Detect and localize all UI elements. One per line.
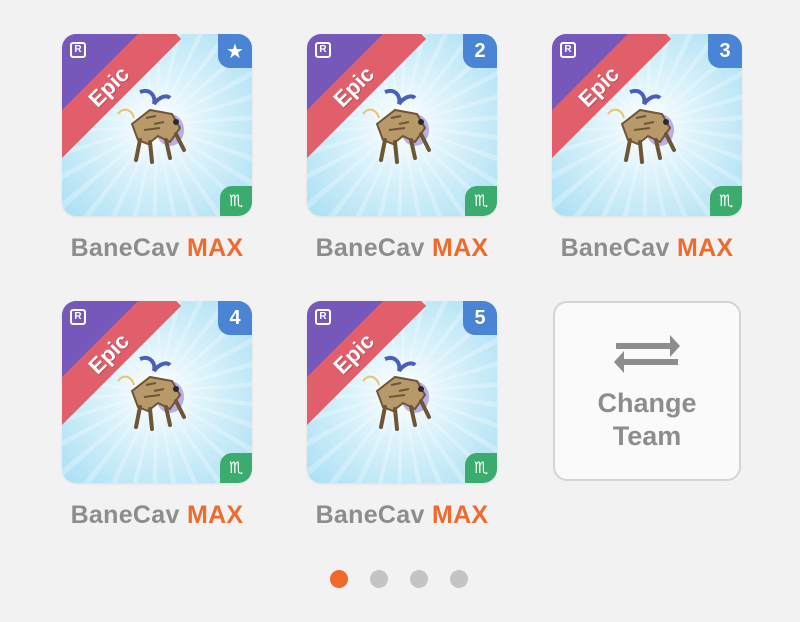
monster-level-text: MAX: [431, 501, 489, 529]
team-position-badge: ★: [218, 34, 252, 68]
monster-card[interactable]: R Epic ★ ♏: [62, 34, 252, 216]
page-dot-3[interactable]: [410, 570, 428, 588]
monster-name: BaneCav MAX: [552, 234, 742, 263]
monster-slot-1[interactable]: R Epic ★ ♏ BaneCav MAX: [62, 34, 252, 263]
monster-slot-4[interactable]: R Epic 4 ♏ BaneCav MAX: [62, 301, 252, 530]
rank-icon: R: [70, 309, 86, 325]
team-position-badge: 2: [463, 34, 497, 68]
zodiac-sign-icon: ♏: [220, 186, 252, 216]
monster-icon: [117, 89, 186, 164]
zodiac-sign-icon: ♏: [465, 453, 497, 483]
monster-card[interactable]: R Epic 2 ♏: [307, 34, 497, 216]
monster-name: BaneCav MAX: [307, 234, 497, 263]
monster-card[interactable]: R Epic 5 ♏: [307, 301, 497, 483]
rank-icon: R: [315, 42, 331, 58]
monster-name: BaneCav MAX: [62, 501, 252, 530]
monster-name-text: BaneCav: [315, 501, 425, 529]
monster-icon: [362, 89, 431, 164]
monster-level-text: MAX: [676, 234, 734, 262]
change-team-line2: Team: [612, 421, 682, 451]
monster-icon: [607, 89, 676, 164]
swap-arrows-icon: [614, 335, 680, 373]
monster-slot-2[interactable]: R Epic 2 ♏ BaneCav MAX: [307, 34, 497, 263]
page-dot-4[interactable]: [450, 570, 468, 588]
monster-card[interactable]: R Epic 4 ♏: [62, 301, 252, 483]
monster-name-text: BaneCav: [70, 234, 180, 262]
team-position-badge: 4: [218, 301, 252, 335]
monster-slot-3[interactable]: R Epic 3 ♏ BaneCav MAX: [552, 34, 742, 263]
rank-icon: R: [315, 309, 331, 325]
monster-card[interactable]: R Epic 3 ♏: [552, 34, 742, 216]
change-team-label: Change Team: [597, 387, 696, 453]
rank-icon: R: [560, 42, 576, 58]
page-dot-2[interactable]: [370, 570, 388, 588]
monster-slot-5[interactable]: R Epic 5 ♏ BaneCav MAX: [307, 301, 497, 530]
monster-name: BaneCav MAX: [307, 501, 497, 530]
change-team-line1: Change: [597, 388, 697, 418]
monster-level-text: MAX: [431, 234, 489, 262]
team-position-badge: 3: [708, 34, 742, 68]
monster-level-text: MAX: [186, 234, 244, 262]
zodiac-sign-icon: ♏: [220, 453, 252, 483]
zodiac-sign-icon: ♏: [465, 186, 497, 216]
monster-level-text: MAX: [186, 501, 244, 529]
monster-name-text: BaneCav: [560, 234, 670, 262]
page-dot-1[interactable]: [330, 570, 348, 588]
team-position-badge: 5: [463, 301, 497, 335]
monster-icon: [362, 356, 431, 431]
monster-name: BaneCav MAX: [62, 234, 252, 263]
page-indicator[interactable]: [330, 570, 468, 588]
rank-icon: R: [70, 42, 86, 58]
monster-icon: [117, 356, 186, 431]
monster-name-text: BaneCav: [315, 234, 425, 262]
monster-name-text: BaneCav: [70, 501, 180, 529]
change-team-button[interactable]: Change Team: [553, 301, 741, 481]
zodiac-sign-icon: ♏: [710, 186, 742, 216]
